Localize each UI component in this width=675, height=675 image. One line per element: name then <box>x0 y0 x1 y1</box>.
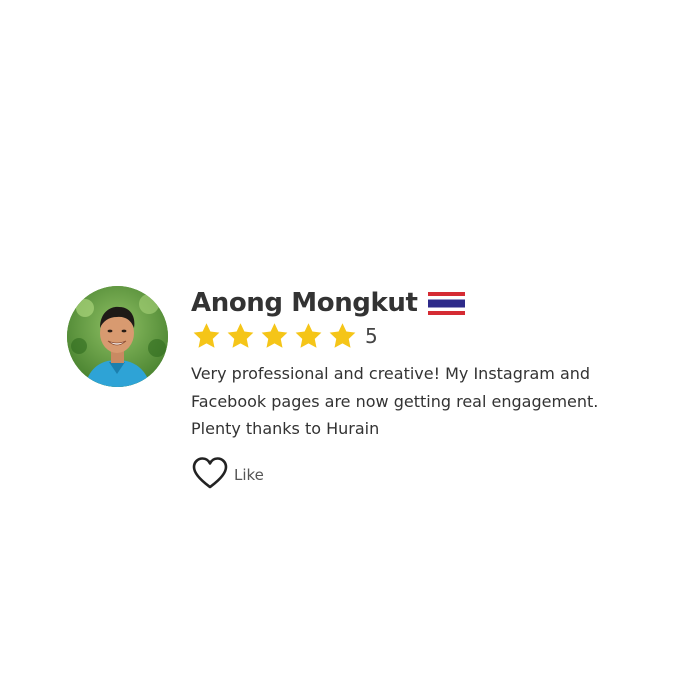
star-icon <box>327 321 358 351</box>
name-row: Anong Mongkut <box>191 286 621 320</box>
heart-outline-icon[interactable] <box>191 456 229 490</box>
star-rating <box>191 321 361 351</box>
like-button[interactable]: Like <box>234 466 264 484</box>
reviewer-name: Anong Mongkut <box>191 288 418 318</box>
rating-row: 5 <box>191 320 621 352</box>
rating-value: 5 <box>365 324 378 348</box>
review-card: Anong Mongkut 5 Very professional and cr… <box>67 286 627 496</box>
star-icon <box>225 321 256 351</box>
page: Anong Mongkut 5 Very professional and cr… <box>0 0 675 675</box>
star-icon <box>191 321 222 351</box>
review-text: Very professional and creative! My Insta… <box>191 364 599 438</box>
like-row: Like <box>191 455 621 491</box>
review-body: Anong Mongkut 5 Very professional and cr… <box>191 286 621 491</box>
star-icon <box>293 321 324 351</box>
avatar <box>67 286 168 387</box>
thailand-flag-icon <box>427 290 465 316</box>
star-icon <box>259 321 290 351</box>
